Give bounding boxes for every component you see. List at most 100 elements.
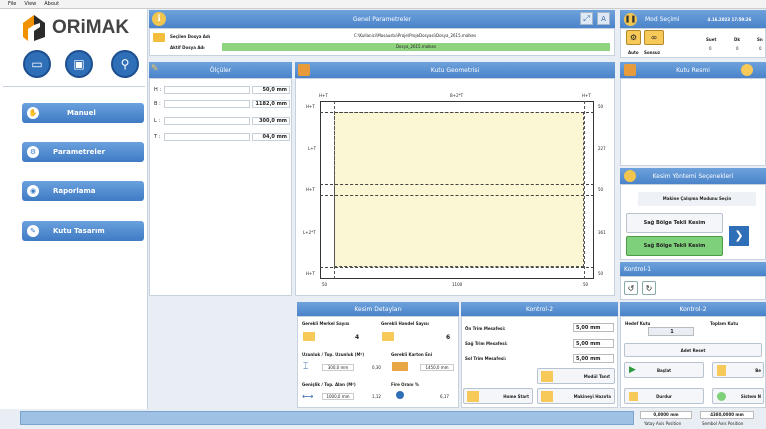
suet-col: Suet bbox=[706, 37, 717, 42]
g2-label: Gerekli Handel Sayısı bbox=[381, 321, 429, 326]
pause-button[interactable]: Be bbox=[712, 362, 764, 378]
durdur-button[interactable]: Durdur bbox=[624, 388, 704, 404]
fold-v-1 bbox=[334, 101, 335, 279]
baslat-button[interactable]: ▶ Başlat bbox=[624, 362, 704, 378]
bottom-label-3: 50 bbox=[583, 282, 589, 287]
kontrol2r-header: Kontrol-2 bbox=[620, 302, 766, 316]
active-label: Aktif Dosya Adı bbox=[170, 45, 205, 50]
nav-raporlama[interactable]: ◉ Raporlama bbox=[22, 181, 144, 201]
hedef-input[interactable]: 1 bbox=[648, 327, 694, 336]
right-label-2: 227 bbox=[598, 146, 606, 151]
fold-v-2 bbox=[584, 101, 585, 279]
dim-h-value[interactable]: 50,0 mm bbox=[252, 86, 290, 94]
pencil-icon: ✎ bbox=[27, 225, 39, 237]
g1-value: 4 bbox=[355, 334, 360, 341]
olculer-body bbox=[149, 78, 292, 296]
a-value2: 1,12 bbox=[372, 394, 381, 399]
u-value1: 300,0 mm bbox=[322, 364, 354, 371]
right-label-5: 50 bbox=[598, 271, 604, 276]
auto-label: Auto bbox=[628, 50, 639, 55]
folder-icon[interactable]: ▭ bbox=[23, 50, 51, 78]
dim-row-h: H : 50,0 mm bbox=[154, 85, 290, 95]
trim-sol-input[interactable]: 5,00 mm bbox=[573, 354, 614, 363]
selected-label: Seçilen Dosya Adı bbox=[170, 34, 211, 39]
active-value: Dosya_2615.malkes bbox=[222, 43, 610, 51]
undo-icon[interactable]: ↺ bbox=[624, 281, 638, 295]
save-icon[interactable]: ▣ bbox=[65, 50, 93, 78]
home-start-button[interactable]: Home Start bbox=[463, 388, 533, 404]
dim-l-field[interactable] bbox=[164, 117, 250, 125]
menu-bar: File View About bbox=[0, 0, 766, 9]
stop-icon bbox=[629, 392, 638, 401]
search-icon[interactable]: ⚲ bbox=[111, 50, 139, 78]
left-label-1: H+T bbox=[306, 104, 315, 109]
mod-header: ❚❚ Mod Seçimi 4.16.2023 17:59:26 bbox=[620, 10, 766, 28]
zoom-icon[interactable] bbox=[741, 64, 753, 76]
dim-t-field[interactable] bbox=[164, 133, 250, 141]
fold-line-3 bbox=[320, 195, 594, 196]
dim-t-value[interactable]: 04,0 mm bbox=[252, 133, 290, 141]
left-label-3: H+T bbox=[306, 187, 315, 192]
menu-file[interactable]: File bbox=[8, 1, 16, 7]
trim-sag-input[interactable]: 5,00 mm bbox=[573, 339, 614, 348]
nav-manuel-label: Manuel bbox=[67, 109, 96, 117]
makine-label: Makineyi Hazırla bbox=[573, 393, 611, 399]
dim-b-field[interactable] bbox=[164, 100, 250, 108]
sn-val: 0 bbox=[759, 46, 762, 51]
makine-hazirla-button[interactable]: Makineyi Hazırla bbox=[537, 388, 615, 404]
kutu-title: Kutu Geometrisi bbox=[430, 66, 480, 74]
dim-row-l: L : 300,0 mm bbox=[154, 116, 290, 126]
genel-title: Genel Parametreler bbox=[352, 15, 412, 23]
dim-b-value[interactable]: 1182,0 mm bbox=[252, 100, 290, 108]
play-icon: ▶ bbox=[629, 365, 636, 375]
home-label: Home Start bbox=[503, 393, 529, 399]
nav-kutu-tasarim[interactable]: ✎ Kutu Tasarım bbox=[22, 221, 144, 241]
menu-about[interactable]: About bbox=[44, 1, 59, 7]
k-value: 1450,0 mm bbox=[420, 364, 454, 371]
mod-body bbox=[620, 28, 766, 58]
kuturesmi-title: Kutu Resmi bbox=[676, 66, 710, 74]
modul-tanit-button[interactable]: Modül Tanıt bbox=[537, 368, 615, 384]
kontrol2-title: Kontrol-2 bbox=[525, 305, 554, 313]
dim-l-value[interactable]: 300,0 mm bbox=[252, 117, 290, 125]
nav-parametreler[interactable]: ⚙ Parametreler bbox=[22, 142, 144, 162]
sag-bolge-active-button[interactable]: Sağ Bölge Tekli Kesim bbox=[626, 236, 723, 256]
auto-button[interactable]: ⚙ bbox=[626, 30, 641, 45]
redo-icon[interactable]: ↻ bbox=[642, 281, 656, 295]
hedef-label: Hedef Kutu bbox=[625, 321, 651, 326]
folder-small-icon bbox=[153, 33, 165, 42]
sag-bolge-button[interactable]: Sağ Bölge Tekli Kesim bbox=[626, 213, 723, 233]
trim-on-input[interactable]: 5,00 mm bbox=[573, 323, 614, 332]
next-arrow-icon[interactable]: ❯ bbox=[729, 226, 749, 246]
g1-label: Gerekli Merkel Sayısı bbox=[302, 321, 350, 326]
selected-path: C:\Kullanici\Masaustu\Proje\ProjeDosyasi… bbox=[353, 33, 477, 38]
left-label-4: L+2*T bbox=[303, 230, 316, 235]
nav-kutu-label: Kutu Tasarım bbox=[53, 227, 105, 235]
top-label-1: H+T bbox=[319, 93, 328, 98]
right-label-4: 361 bbox=[598, 230, 606, 235]
mode-select-button[interactable]: Makine Çalışma Modunu Seçin bbox=[638, 192, 756, 206]
menu-view[interactable]: View bbox=[24, 1, 36, 7]
suet-val: 0 bbox=[709, 46, 712, 51]
sonsuz-button[interactable]: ∞ bbox=[644, 30, 664, 45]
adet-reset-button[interactable]: Adet Reset bbox=[624, 343, 762, 357]
sistem-button[interactable]: Sistem N bbox=[712, 388, 764, 404]
dim-h-field[interactable] bbox=[164, 86, 250, 94]
a-label: Genişlik / Top. Alan (M²) bbox=[302, 382, 356, 387]
saxis-value: 4380,0000 mm bbox=[700, 411, 754, 419]
trim-sol-label: Sol Trim Mesafesi: bbox=[465, 356, 507, 361]
scissors-icon bbox=[624, 170, 636, 182]
nav-manuel[interactable]: ✋ Manuel bbox=[22, 103, 144, 123]
kontrol1-title: Kontrol-1 bbox=[624, 265, 652, 273]
u-value2: 0,30 bbox=[372, 365, 381, 370]
text-size-icon[interactable]: A bbox=[597, 12, 610, 25]
reset-label: Adet Reset bbox=[680, 347, 706, 353]
g2-value: 6 bbox=[446, 334, 451, 341]
bottom-label-1: 50 bbox=[322, 282, 328, 287]
u-label: Uzunluk / Top. Uzunluk (M²) bbox=[302, 352, 365, 357]
modul-icon bbox=[541, 371, 553, 382]
f-value: 6,17 bbox=[440, 394, 449, 399]
expand-icon[interactable]: ⤢ bbox=[580, 12, 593, 25]
fold-line-4 bbox=[320, 267, 594, 268]
mod-datetime: 4.16.2023 17:59:26 bbox=[707, 16, 752, 22]
